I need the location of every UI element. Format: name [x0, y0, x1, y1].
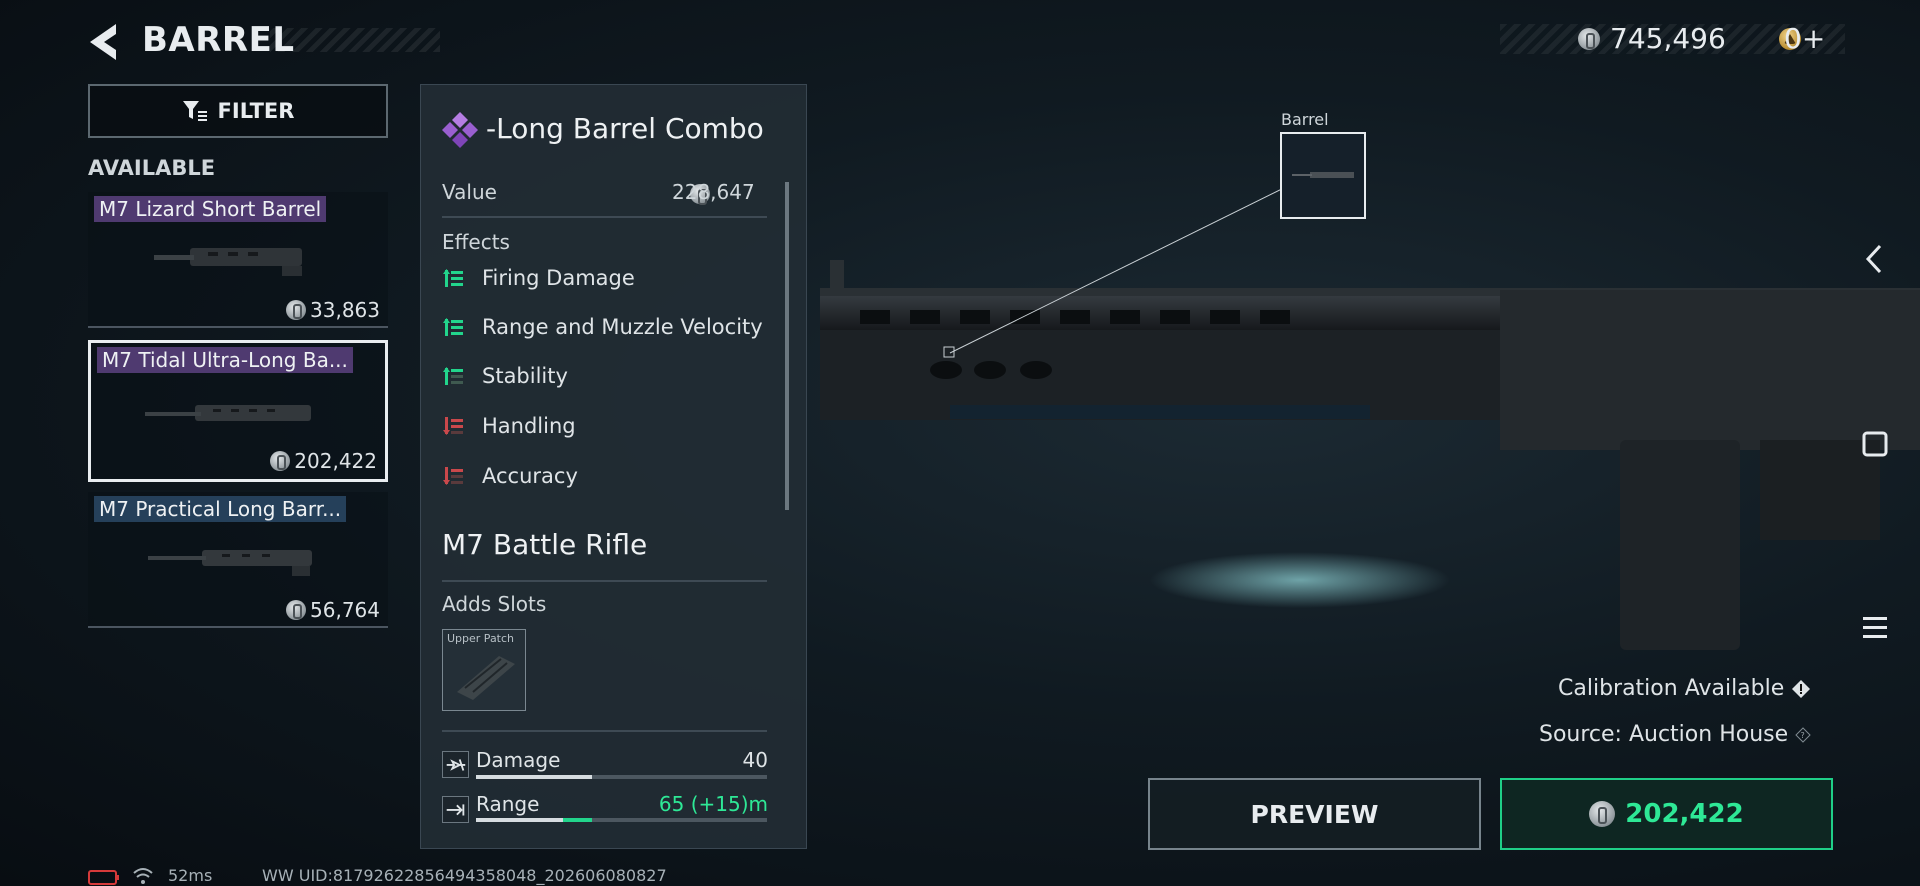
- stat-bar-fill: [476, 818, 564, 822]
- barrel-item-practical-long[interactable]: M7 Practical Long Barr... 56,764: [88, 492, 388, 628]
- barrel-thumbnail: [1292, 172, 1354, 178]
- stat-label: Range: [476, 792, 540, 816]
- silver-coin-icon: [286, 600, 307, 620]
- divider: [442, 580, 767, 582]
- stat-label: Damage: [476, 748, 561, 772]
- effect-negative-icon: [443, 467, 463, 485]
- item-price: 33,863: [286, 298, 380, 322]
- barrel-callout-slot[interactable]: [1280, 132, 1366, 219]
- stat-bar-fill: [476, 775, 593, 779]
- buy-price: 202,422: [1625, 799, 1744, 829]
- effect-label: Firing Damage: [482, 266, 635, 290]
- slot-label: Upper Patch: [447, 632, 515, 645]
- effects-label: Effects: [442, 230, 510, 254]
- value-label: Value: [442, 180, 497, 204]
- filter-icon: [182, 101, 207, 121]
- ping: 52ms: [168, 866, 213, 885]
- item-name: M7 Tidal Ultra-Long Ba...: [97, 347, 353, 373]
- barrel-thumbnail: [148, 550, 312, 576]
- source-label: Source: Auction House: [1539, 722, 1789, 747]
- silver-coin-icon: [1589, 801, 1616, 827]
- barrel-item-lizard-short[interactable]: M7 Lizard Short Barrel 33,863: [88, 192, 388, 328]
- title-decoration: [270, 28, 440, 52]
- item-name: M7 Lizard Short Barrel: [94, 196, 327, 222]
- effect-label: Stability: [482, 364, 568, 388]
- silver-coin-icon: [1578, 28, 1600, 50]
- stat-bar-boost: [563, 818, 593, 822]
- chevron-left-icon[interactable]: [1858, 242, 1892, 276]
- money-balance: 745,496: [1610, 22, 1726, 55]
- divider: [442, 730, 767, 732]
- preview-button[interactable]: PREVIEW: [1148, 778, 1481, 850]
- buy-button[interactable]: 202,422: [1500, 778, 1833, 850]
- silver-coin-icon: [270, 451, 291, 471]
- item-price-value: 33,863: [310, 298, 380, 322]
- effect-negative-icon: [443, 417, 463, 435]
- item-price-value: 202,422: [294, 449, 377, 473]
- detail-scrollbar[interactable]: [785, 182, 789, 510]
- rarity-diamond-icon: [442, 112, 478, 148]
- effect-accuracy: Accuracy: [442, 464, 578, 488]
- info-diamond-icon: [1792, 680, 1811, 698]
- item-title: -Long Barrel Combo: [486, 112, 764, 145]
- calibration-label: Calibration Available: [1558, 676, 1785, 701]
- slot-upper-patch[interactable]: Upper Patch: [442, 629, 526, 711]
- gold-amount: 0: [1784, 22, 1802, 55]
- damage-stat-bar: [476, 775, 767, 779]
- weapon-name: M7 Battle Rifle: [442, 528, 648, 561]
- value-amount: 228,647: [672, 180, 755, 204]
- silver-coin-icon: [286, 300, 307, 320]
- battery-icon: [88, 870, 119, 885]
- stat-value: 65 (+15)m: [658, 792, 768, 816]
- filter-button[interactable]: FILTER: [88, 84, 388, 138]
- effect-range-muzzle-velocity: Range and Muzzle Velocity: [442, 315, 763, 339]
- effect-label: Accuracy: [482, 464, 578, 488]
- range-stat-bar: [476, 818, 767, 822]
- barrel-thumbnail: [145, 405, 311, 421]
- filter-label: FILTER: [217, 99, 295, 123]
- gold-add-icon[interactable]: +: [1802, 22, 1825, 55]
- effect-handling: Handling: [442, 414, 576, 438]
- effect-positive-icon: [443, 367, 463, 385]
- square-icon[interactable]: [1858, 427, 1892, 461]
- item-source[interactable]: Source: Auction House ?: [1539, 722, 1811, 747]
- barrel-thumbnail: [154, 248, 302, 276]
- item-name: M7 Practical Long Barr...: [94, 496, 347, 522]
- barrel-item-tidal-ultra-long[interactable]: M7 Tidal Ultra-Long Ba... 202,422: [88, 340, 388, 482]
- damage-stat-icon: [442, 751, 469, 778]
- back-arrow-icon[interactable]: [86, 22, 120, 62]
- help-icon: ?: [1795, 727, 1811, 743]
- effect-firing-damage: Firing Damage: [442, 266, 635, 290]
- item-price: 202,422: [270, 449, 377, 473]
- gold-balance[interactable]: 0+: [1784, 22, 1825, 55]
- barrel-callout-label: Barrel: [1281, 110, 1329, 129]
- effect-positive-icon: [443, 318, 463, 336]
- available-section-label: AVAILABLE: [88, 156, 216, 180]
- wifi-icon: [133, 868, 153, 884]
- effect-stability: Stability: [442, 364, 568, 388]
- effect-label: Handling: [482, 414, 576, 438]
- calibration-available[interactable]: Calibration Available: [1558, 676, 1811, 701]
- weapon-model: [820, 179, 1920, 650]
- card-divider: [88, 326, 388, 328]
- player-uid: WW UID:81792622856494358048_202606080827: [262, 866, 667, 885]
- divider: [442, 216, 767, 218]
- item-price: 56,764: [286, 598, 380, 622]
- range-stat-icon: [442, 796, 469, 823]
- adds-slots-label: Adds Slots: [442, 592, 547, 616]
- item-price-value: 56,764: [310, 598, 380, 622]
- stat-value: 40: [742, 748, 768, 772]
- effect-label: Range and Muzzle Velocity: [482, 315, 763, 339]
- card-divider: [88, 626, 388, 628]
- menu-icon[interactable]: [1858, 610, 1892, 644]
- svg-text:?: ?: [1801, 731, 1805, 740]
- effect-positive-icon: [443, 269, 463, 287]
